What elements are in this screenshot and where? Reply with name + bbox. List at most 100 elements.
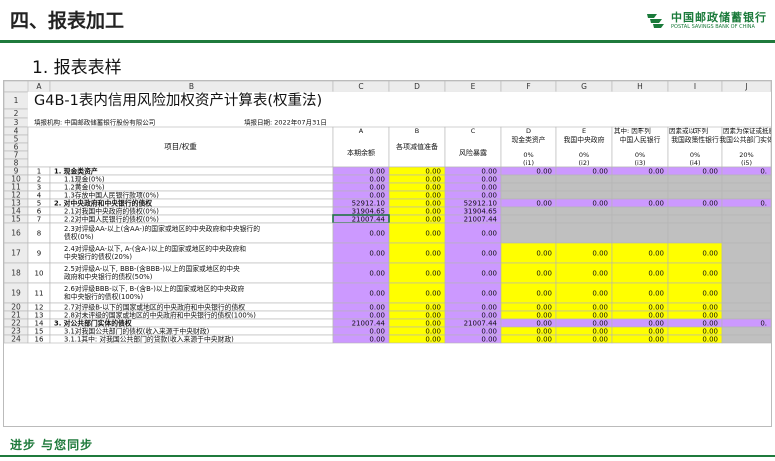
cell-value-e: 31904.65 — [464, 208, 497, 216]
cell-value-g: 0.00 — [592, 304, 608, 312]
row-number: 19 — [11, 289, 21, 298]
row-label: 2.1对我国中央政府的债权(0%) — [64, 207, 159, 216]
cell-j — [721, 334, 771, 344]
header-item-label: 项目/权重 — [164, 141, 197, 151]
header-col-g: 我国中央政府 — [564, 135, 605, 144]
row-index: 12 — [35, 304, 44, 312]
header-col-j: 我国公共部门实体 — [719, 135, 771, 144]
cell-value-c: 0.00 — [369, 304, 385, 312]
cell-value-d: 0.00 — [425, 216, 441, 224]
cell-value-f: 0.00 — [536, 168, 552, 176]
spreadsheet-grid[interactable]: A B C D E F G H I J12345678G4B-1表内信用风险加权资产计算表(权重法… — [4, 81, 771, 426]
column-letter-d: D — [414, 82, 420, 91]
cell-value-e: 21007.44 — [464, 216, 498, 224]
cell-j — [721, 190, 771, 200]
header-pct-j: 20% — [739, 151, 753, 159]
cell-value-h: 0.00 — [648, 312, 664, 320]
row-number: 16 — [11, 229, 21, 238]
cell-f — [500, 182, 557, 192]
footer-divider — [0, 455, 775, 457]
cell-value-e: 0.00 — [481, 184, 497, 192]
row-label: 1.1现金(0%) — [64, 175, 105, 184]
cell-value-h: 0.00 — [648, 320, 664, 328]
column-letter-a: A — [36, 82, 42, 91]
row-label-cont: 债权(0%) — [64, 232, 94, 241]
cell-value-d: 0.00 — [425, 200, 441, 208]
header-col-i: 我国政策性银行 — [671, 135, 719, 144]
slide-title: 四、报表加工 — [10, 10, 125, 32]
cell-j — [721, 326, 771, 336]
cell-value-d: 0.00 — [425, 290, 441, 298]
cell-value-g: 0.00 — [592, 336, 608, 344]
row-number: 17 — [11, 249, 21, 258]
cell-h — [611, 214, 669, 224]
header-divider — [0, 40, 775, 43]
header-code-f: (i1) — [523, 159, 534, 167]
header-pct-i: 0% — [690, 151, 700, 159]
cell-value-g: 0.00 — [592, 312, 608, 320]
cell-i — [667, 190, 723, 200]
cell-value-c: 0.00 — [369, 336, 385, 344]
cell-value-f: 0.00 — [536, 320, 552, 328]
header-col-d: 各项减值准备 — [396, 142, 438, 151]
cell-value-c: 0.00 — [369, 192, 385, 200]
cell-value-i: 0.00 — [702, 320, 718, 328]
cell-g — [555, 206, 613, 216]
cell-value-f: 0.00 — [536, 200, 552, 208]
cell-i — [667, 206, 723, 216]
row-label: 2.4对评级AA-以下, A-(含A-)以上的国家或地区的中央政府和 — [64, 244, 246, 253]
cell-j — [721, 282, 771, 304]
cell-value-e: 0.00 — [481, 312, 497, 320]
column-letter-h: H — [637, 82, 643, 91]
header-group-f: 其中: 因下列 — [614, 126, 651, 135]
cell-value-e: 0.00 — [481, 290, 497, 298]
cell-value-h: 0.00 — [648, 328, 664, 336]
footer-tagline: 进步 与您同步 — [10, 438, 94, 452]
cell-value-g: 0.00 — [592, 320, 608, 328]
postal-bank-logo-icon — [647, 14, 664, 28]
row-label: 2.8对未评级的国家或地区的中央政府和中央银行的债权(100%) — [64, 311, 256, 320]
cell-value-e: 0.00 — [481, 176, 497, 184]
header-letter: C — [471, 127, 476, 135]
cell-value-e: 0.00 — [481, 168, 497, 176]
cell-value-d: 0.00 — [425, 208, 441, 216]
cell-value-f: 0.00 — [536, 290, 552, 298]
column-letter-f: F — [526, 82, 530, 91]
row-number: 2 — [14, 109, 19, 118]
cell-value-i: 0.00 — [702, 304, 718, 312]
header-letter: D — [526, 127, 531, 135]
cell-value-i: 0.00 — [702, 200, 718, 208]
cell-f — [500, 190, 557, 200]
cell-value-i: 0.00 — [702, 270, 718, 278]
header-letter: A — [359, 127, 364, 135]
row-label-cont: 政府和中央银行的债权(50%) — [64, 272, 153, 281]
row-number: 18 — [11, 269, 21, 278]
cell-value-e: 0.00 — [481, 250, 497, 258]
cell-value-e: 52912.10 — [464, 200, 497, 208]
row-number: 24 — [11, 335, 21, 344]
cell-j — [721, 302, 771, 312]
row-index: 11 — [35, 290, 44, 298]
cell-value-g: 0.00 — [592, 250, 608, 258]
row-label: 3.1对我国公共部门的债权(收入来源于中央财政) — [64, 327, 210, 336]
column-letter-j: J — [744, 82, 747, 91]
cell-value-c: 0.00 — [369, 168, 385, 176]
cell-value-g: 0.00 — [592, 328, 608, 336]
header-col-e: 风险暴露 — [459, 148, 487, 157]
cell-i — [667, 214, 723, 224]
row-index: 16 — [35, 336, 44, 344]
cell-value-g: 0.00 — [592, 200, 608, 208]
report-date: 填报日期: 2022年07月31日 — [244, 118, 327, 127]
header-pct-f: 0% — [523, 151, 533, 159]
cell-value-f: 0.00 — [536, 336, 552, 344]
cell-value-c: 0.00 — [369, 312, 385, 320]
cell-g — [555, 222, 613, 244]
spreadsheet-screenshot[interactable]: A B C D E F G H I J 1 2 3 4 5 6 7 8 G4B-1表内信用风险加权资产计算表(权重法… — [3, 80, 772, 427]
cell-value-i: 0.00 — [702, 312, 718, 320]
cell-value-d: 0.00 — [425, 270, 441, 278]
column-letter-c: C — [358, 82, 363, 91]
row-index: 5 — [37, 200, 41, 208]
row-index: 4 — [37, 192, 42, 200]
row-label-cont: 中央银行的债权(20%) — [64, 252, 132, 261]
header-code-g: (i2) — [578, 159, 589, 167]
